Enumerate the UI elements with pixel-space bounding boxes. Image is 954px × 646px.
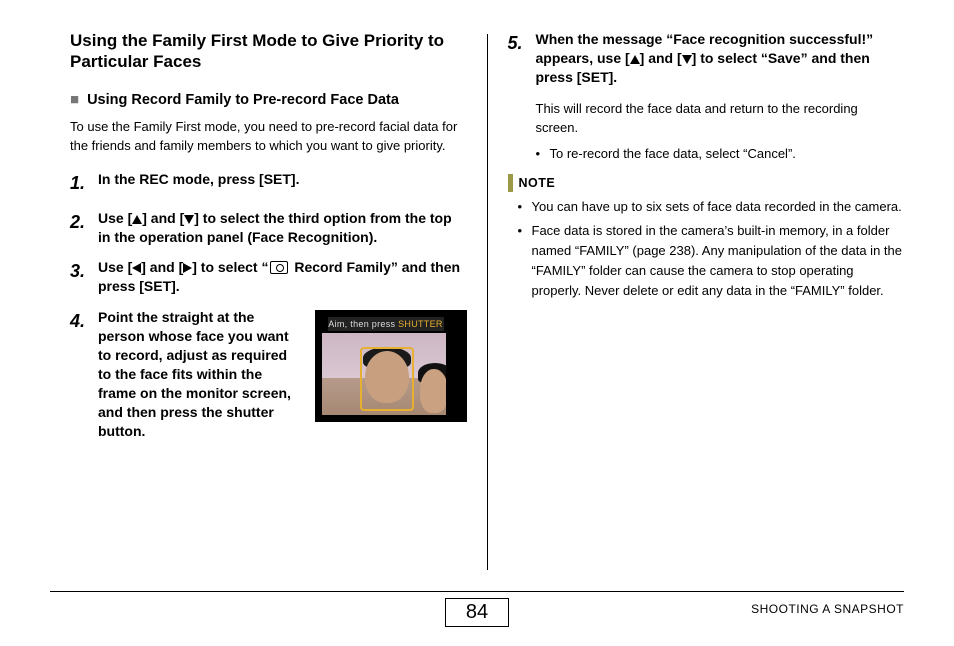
note-item: You can have up to six sets of face data… — [518, 197, 905, 217]
subsection-heading: Using Record Family to Pre-record Face D… — [87, 91, 399, 109]
text-fragment: Aim, then press — [328, 319, 398, 329]
page-footer: 84 SHOOTING A SNAPSHOT — [50, 591, 904, 628]
page-number: 84 — [445, 598, 509, 627]
subsection-row: ■ Using Record Family to Pre-record Face… — [70, 91, 467, 109]
note-bar-icon — [508, 174, 513, 192]
steps-list-continued: 5. When the message “Face recognition su… — [508, 30, 905, 87]
step-text: Use [] and [] to select the third option… — [98, 209, 467, 247]
down-triangle-icon — [682, 55, 692, 64]
step-text: Point the straight at the person whose f… — [98, 308, 303, 440]
footer-row: 84 SHOOTING A SNAPSHOT — [50, 596, 904, 628]
camera-icon — [270, 261, 288, 274]
steps-list: 1. In the REC mode, press [SET]. 2. Use … — [70, 170, 467, 441]
thumbnail-scene — [322, 333, 446, 415]
step-4: 4. Point the straight at the person whos… — [70, 308, 467, 440]
text-fragment: SHUTTER — [398, 319, 443, 329]
step-number: 4. — [70, 308, 98, 440]
step-3: 3. Use [] and [] to select “ Record Fami… — [70, 258, 467, 296]
step-with-image: Point the straight at the person whose f… — [98, 308, 467, 440]
step-2: 2. Use [] and [] to select the third opt… — [70, 209, 467, 247]
square-bullet-icon: ■ — [70, 91, 79, 109]
note-label: NOTE — [519, 174, 556, 193]
note-header: NOTE — [508, 174, 905, 193]
text-fragment: ] to select “ — [192, 259, 268, 275]
note-list: You can have up to six sets of face data… — [518, 197, 905, 302]
face-detection-frame — [360, 347, 414, 411]
step-number: 3. — [70, 258, 98, 296]
chapter-label: SHOOTING A SNAPSHOT — [751, 602, 904, 616]
up-triangle-icon — [630, 55, 640, 64]
step-text: Use [] and [] to select “ Record Family”… — [98, 258, 467, 296]
person2-head-shape — [420, 369, 446, 413]
step-bullet-list: To re-record the face data, select “Canc… — [536, 144, 905, 164]
step-number: 1. — [70, 170, 98, 197]
text-fragment: Use [ — [98, 210, 132, 226]
right-triangle-icon — [183, 263, 192, 273]
down-triangle-icon — [184, 215, 194, 224]
text-fragment: ] and [ — [141, 259, 183, 275]
step-text: When the message “Face recognition succe… — [536, 30, 905, 87]
text-fragment: Use [ — [98, 259, 132, 275]
text-fragment: ] and [ — [142, 210, 184, 226]
step-number: 2. — [70, 209, 98, 247]
intro-text: To use the Family First mode, you need t… — [70, 117, 467, 156]
up-triangle-icon — [132, 215, 142, 224]
right-column: 5. When the message “Face recognition su… — [488, 30, 905, 570]
footer-rule — [50, 591, 904, 592]
step-subtext: This will record the face data and retur… — [536, 99, 905, 138]
camera-screen-thumbnail: Aim, then press SHUTTER — [315, 310, 467, 422]
step-number: 5. — [508, 30, 536, 87]
step-text: In the REC mode, press [SET]. — [98, 170, 467, 197]
left-triangle-icon — [132, 263, 141, 273]
step-5: 5. When the message “Face recognition su… — [508, 30, 905, 87]
text-fragment: ] and [ — [640, 50, 682, 66]
note-item: Face data is stored in the camera’s buil… — [518, 221, 905, 302]
page-content: Using the Family First Mode to Give Prio… — [0, 0, 954, 570]
step-1: 1. In the REC mode, press [SET]. — [70, 170, 467, 197]
left-column: Using the Family First Mode to Give Prio… — [70, 30, 487, 570]
thumbnail-caption: Aim, then press SHUTTER — [328, 317, 444, 331]
bullet-item: To re-record the face data, select “Canc… — [536, 144, 905, 164]
section-heading: Using the Family First Mode to Give Prio… — [70, 30, 467, 73]
